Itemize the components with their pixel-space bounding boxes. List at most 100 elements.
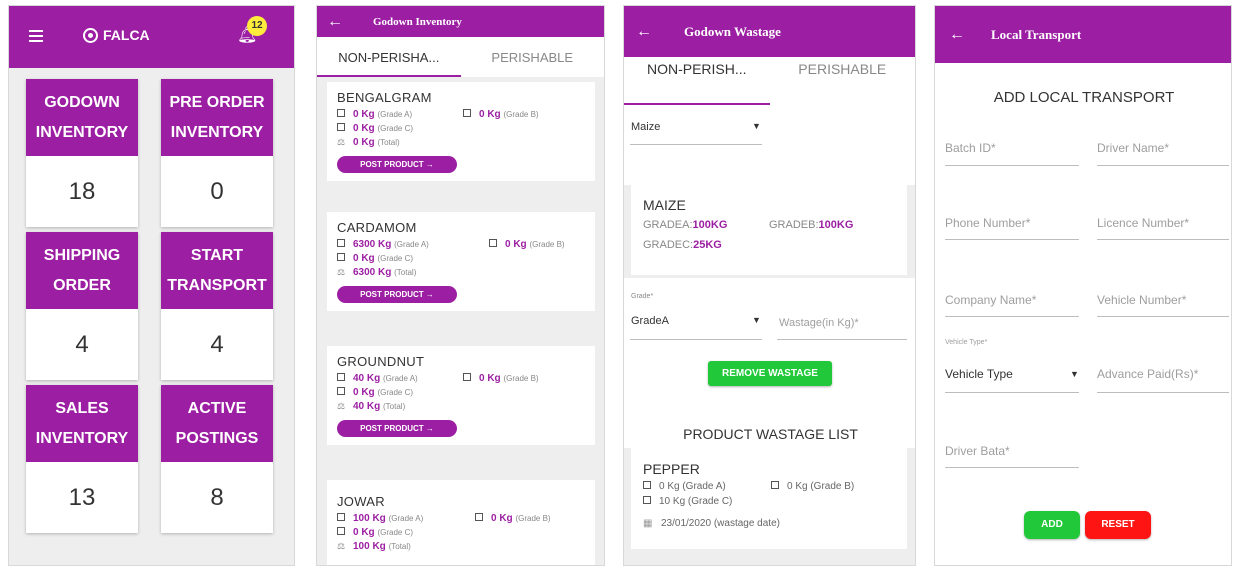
check-icon (337, 123, 345, 132)
scale-icon: ⚖ (337, 401, 346, 411)
tile-value: 4 (75, 330, 89, 358)
page-title: Godown Inventory (373, 15, 462, 28)
page-title: Godown Wastage (684, 23, 781, 39)
dropdown-caret-icon[interactable]: ▼ (752, 121, 761, 131)
stock-name: MAIZE (643, 197, 686, 213)
check-icon (643, 496, 651, 505)
notification-badge: 12 (247, 16, 267, 36)
reset-button[interactable]: RESET (1085, 511, 1151, 539)
add-button[interactable]: ADD (1024, 511, 1080, 539)
tile-value: 18 (68, 177, 96, 205)
product-name: BENGALGRAM (337, 90, 432, 105)
form-heading: ADD LOCAL TRANSPORT (993, 89, 1175, 106)
tile-label: ORDER (53, 276, 111, 294)
tile-godown-inventory[interactable]: GODOWN INVENTORY 18 (26, 79, 138, 227)
tile-label: INVENTORY (170, 123, 264, 141)
app-bar: ← Godown Inventory (317, 6, 604, 37)
tab-non-perishable[interactable]: NON-PERISHA... (317, 50, 461, 77)
advance-paid-input[interactable]: Advance Paid(Rs)* (1097, 367, 1198, 381)
post-product-button[interactable]: POST PRODUCT → (337, 286, 457, 303)
tile-label: GODOWN (44, 93, 120, 111)
product-name: GROUNDNUT (337, 354, 425, 369)
scale-icon: ⚖ (337, 541, 346, 551)
scale-icon: ⚖ (337, 267, 346, 277)
company-name-input[interactable]: Company Name* (945, 293, 1036, 307)
check-icon (337, 387, 345, 396)
product-name: CARDAMOM (337, 220, 417, 235)
tile-label: POSTINGS (175, 429, 259, 447)
grade-select[interactable]: GradeA (631, 315, 669, 327)
tile-value: 4 (210, 330, 224, 358)
stock-card: MAIZE GRADEA:100KG GRADEB:100KG GRADEC:2… (631, 183, 907, 275)
tile-label: INVENTORY (35, 429, 129, 447)
check-icon (337, 109, 345, 118)
check-icon (337, 373, 345, 382)
tile-value: 0 (210, 177, 224, 205)
tile-pre-order-inventory[interactable]: PRE ORDER INVENTORY 0 (161, 79, 273, 227)
back-arrow-icon[interactable]: ← (327, 13, 343, 31)
tile-shipping-order[interactable]: SHIPPING ORDER 4 (26, 232, 138, 380)
tile-label: START (190, 246, 244, 264)
check-icon (643, 481, 651, 490)
app-bar: ← Godown Wastage (624, 6, 915, 57)
back-arrow-icon[interactable]: ← (636, 23, 652, 41)
dropdown-caret-icon[interactable]: ▼ (1070, 369, 1079, 379)
tile-label: SHIPPING (43, 246, 121, 264)
tab-perishable[interactable]: PERISHABLE (461, 50, 605, 77)
tile-sales-inventory[interactable]: SALES INVENTORY 13 (26, 385, 138, 533)
tile-value: 13 (68, 483, 96, 511)
check-icon (771, 481, 779, 490)
tab-perishable[interactable]: PERISHABLE (770, 61, 916, 105)
vehicle-type-label: Vehicle Type* (945, 339, 988, 346)
app-bar: ← Local Transport (935, 6, 1231, 63)
wastage-list-item: PEPPER 0 Kg (Grade A) 0 Kg (Grade B) 10 … (631, 447, 907, 549)
calendar-icon: ▦ (643, 518, 653, 529)
tile-label: SALES (55, 399, 109, 417)
tab-bar: NON-PERISHA... PERISHABLE (317, 37, 604, 77)
tile-label: PRE ORDER (169, 93, 265, 111)
check-icon (337, 527, 345, 536)
batch-id-input[interactable]: Batch ID* (945, 141, 996, 155)
tile-label: INVENTORY (35, 123, 129, 141)
wastage-item-name: PEPPER (643, 461, 700, 477)
tile-start-transport[interactable]: START TRANSPORT 4 (161, 232, 273, 380)
check-icon (463, 373, 471, 382)
wastage-list-title: PRODUCT WASTAGE LIST (683, 426, 858, 442)
product-card: BENGALGRAM 0 Kg (Grade A) 0 Kg (Grade B)… (327, 82, 595, 181)
product-card: CARDAMOM 6300 Kg (Grade A) 0 Kg (Grade B… (327, 212, 595, 311)
brand-name: FALCA (103, 27, 150, 43)
product-select[interactable]: Maize (631, 121, 660, 133)
grade-label: Grade* (631, 293, 654, 300)
tile-value: 8 (210, 483, 224, 511)
page-title: Local Transport (991, 26, 1082, 42)
post-product-button[interactable]: POST PRODUCT → (337, 420, 457, 437)
back-arrow-icon[interactable]: ← (949, 26, 965, 44)
phone-number-input[interactable]: Phone Number* (945, 216, 1030, 230)
driver-bata-input[interactable]: Driver Bata* (945, 444, 1010, 458)
scale-icon: ⚖ (337, 137, 346, 147)
vehicle-type-select[interactable]: Vehicle Type (945, 367, 1013, 381)
check-icon (337, 513, 345, 522)
post-product-button[interactable]: POST PRODUCT → (337, 156, 457, 173)
falca-logo-icon (83, 28, 98, 43)
check-icon (475, 513, 483, 522)
product-name: JOWAR (337, 494, 385, 509)
remove-wastage-button[interactable]: REMOVE WASTAGE (708, 361, 832, 386)
driver-name-input[interactable]: Driver Name* (1097, 141, 1169, 155)
vehicle-number-input[interactable]: Vehicle Number* (1097, 293, 1186, 307)
check-icon (489, 239, 497, 248)
dropdown-caret-icon[interactable]: ▼ (752, 315, 761, 325)
tile-label: ACTIVE (187, 399, 247, 417)
tile-active-postings[interactable]: ACTIVE POSTINGS 8 (161, 385, 273, 533)
check-icon (463, 109, 471, 118)
menu-icon[interactable] (29, 30, 43, 42)
licence-number-input[interactable]: Licence Number* (1097, 216, 1189, 230)
wastage-input[interactable]: Wastage(in Kg)* (779, 317, 859, 329)
local-transport-screen: ← Local Transport ADD LOCAL TRANSPORT Ba… (934, 5, 1232, 566)
godown-inventory-screen: ← Godown Inventory NON-PERISHA... PERISH… (316, 5, 605, 566)
tab-non-perishable[interactable]: NON-PERISH... (624, 61, 770, 105)
app-bar: FALCA 🔔︎ 12 (9, 6, 294, 68)
product-card: GROUNDNUT 40 Kg (Grade A) 0 Kg (Grade B)… (327, 346, 595, 445)
check-icon (337, 253, 345, 262)
tab-bar: NON-PERISH... PERISHABLE (624, 57, 915, 105)
